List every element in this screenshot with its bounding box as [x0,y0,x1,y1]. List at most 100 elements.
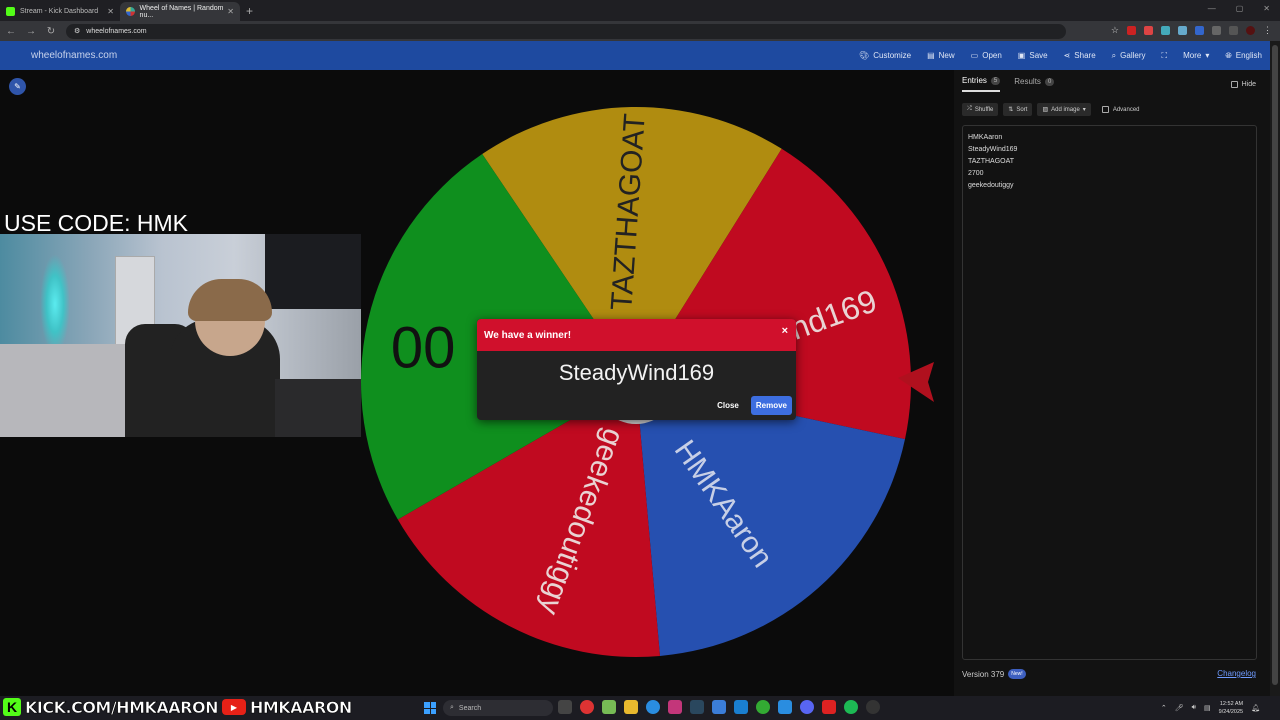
new-badge: New! [1008,669,1026,679]
windows-start-icon[interactable] [424,702,436,714]
save-button[interactable]: ▣ Save [1018,51,1048,61]
spotify-icon[interactable] [844,700,858,714]
browser-tab-wheel[interactable]: Wheel of Names | Random nu... ✕ [120,2,240,21]
folder-icon: ▭ [970,51,979,60]
chrome-icon[interactable] [756,700,770,714]
steam-icon[interactable] [690,700,704,714]
mic-icon[interactable]: 🎤︎ [1175,704,1184,712]
more-button[interactable]: More ▾ [1183,51,1209,61]
chevron-up-icon[interactable]: ⌃ [1161,704,1167,712]
share-button[interactable]: ⋖ Share [1064,51,1096,61]
forward-icon[interactable]: → [26,26,36,37]
checkbox-icon[interactable] [1230,81,1238,88]
sort-button[interactable]: ⇅ Sort [1003,103,1033,116]
tab-entries[interactable]: Entries 5 [962,76,1001,92]
site-header: wheelofnames.com 🎨︎ Customize ▤ New ▭ Open … [0,41,1270,70]
taskview-icon[interactable] [558,700,572,714]
shuffle-label: Shuffle [974,106,994,113]
checkbox-icon[interactable] [1101,106,1109,113]
clock-date: 9/24/2025 [1218,709,1244,715]
shuffle-button[interactable]: ⤮ Shuffle [962,103,999,116]
menu-label: Share [1074,51,1096,60]
browser-tab-kick[interactable]: Stream - Kick Dashboard ✕ [0,2,120,21]
streamer-hair [188,279,272,321]
results-count-badge: 0 [1044,77,1055,86]
app-icon[interactable] [822,700,836,714]
customize-button[interactable]: 🎨︎ Customize [859,51,911,61]
list-item: 2700 [968,170,984,177]
advanced-checkbox[interactable]: Advanced [1101,106,1140,113]
new-button[interactable]: ▤ New [927,51,955,61]
extension-icon[interactable] [1178,26,1187,35]
app-icon[interactable] [734,700,748,714]
wheel-logo-icon[interactable] [9,48,25,64]
gallery-button[interactable]: ⌕ Gallery [1112,51,1146,61]
entries-count-badge: 5 [990,76,1001,85]
close-button[interactable]: Close [713,397,743,414]
dialog-close-icon[interactable]: × [782,325,788,337]
social-banner: K KICK.COM/HMKAARON ▶ HMKAARON [0,697,353,717]
tab-label: Entries [962,76,987,85]
extension-icon[interactable] [1195,26,1204,35]
edge-icon[interactable] [646,700,660,714]
youtube-logo-icon: ▶ [221,699,246,715]
wall-tv [265,234,361,309]
url-input[interactable]: ⚙ wheelofnames.com [66,23,1066,39]
maximize-icon[interactable]: ▢ [1236,4,1244,13]
star-icon[interactable]: ☆ [1111,26,1119,35]
extension-icon[interactable] [1127,26,1136,35]
version-info: Version 379 New! [962,669,1026,679]
folder-icon[interactable] [624,700,638,714]
app-icon[interactable] [602,700,616,714]
extension-icon[interactable] [1161,26,1170,35]
remove-button[interactable]: Remove [750,396,792,415]
open-button[interactable]: ▭ Open [971,51,1002,61]
reload-icon[interactable]: ↻ [46,26,56,37]
close-window-icon[interactable]: ✕ [1263,4,1270,13]
extension-icon[interactable] [1144,26,1153,35]
language-button[interactable]: 🌐︎ English [1225,51,1262,61]
chrome-icon[interactable] [580,700,594,714]
sort-icon: ⇅ [1008,107,1014,113]
close-tab-icon[interactable]: ✕ [227,7,234,16]
entries-textarea[interactable]: HMKAaron SteadyWind169 TAZTHAGOAT 2700 g… [962,125,1257,660]
tab-results[interactable]: Results 0 [1014,76,1055,92]
site-info-icon[interactable]: ⚙ [74,27,80,35]
back-icon[interactable]: ← [6,26,16,37]
puzzle-icon[interactable] [1212,26,1221,35]
list-item: SteadyWind169 [968,146,1018,153]
avatar[interactable] [1246,26,1255,35]
instagram-icon[interactable] [668,700,682,714]
system-tray: ⌃ 🎤︎ 🔊︎ ▤ 12:52 AM 9/24/2025 🔔︎ [1161,700,1260,716]
app-icon[interactable] [778,700,792,714]
winner-dialog: We have a winner! × SteadyWind169 Close … [477,319,796,420]
winner-name: SteadyWind169 [558,360,715,385]
speaker-icon[interactable]: 🔊︎ [1192,704,1196,712]
close-tab-icon[interactable]: ✕ [107,7,114,16]
clock[interactable]: 12:52 AM 9/24/2025 [1219,700,1243,716]
dialog-header: We have a winner! × [477,319,796,351]
fullscreen-button[interactable]: ⛶ [1161,51,1167,61]
notifications-icon[interactable]: 🔔︎ [1251,704,1260,712]
discord-icon[interactable] [800,700,814,714]
network-icon[interactable]: ▤ [1204,704,1211,712]
address-bar-row: ← → ↻ ⚙ wheelofnames.com ☆ ⋮ [0,21,1280,41]
file-icon: ▤ [927,51,935,60]
store-icon[interactable] [712,700,726,714]
add-image-button[interactable]: ▨ Add image ▾ [1037,103,1091,116]
scrollbar-thumb[interactable] [1272,45,1278,685]
advanced-label: Advanced [1112,106,1140,113]
site-name[interactable]: wheelofnames.com [31,50,117,61]
save-icon: ▣ [1017,51,1026,60]
taskbar-search[interactable]: ⌕ Search [443,700,553,716]
hide-checkbox[interactable]: Hide [1230,81,1256,88]
changelog-link[interactable]: Changelog [1217,669,1256,678]
new-tab-button[interactable]: + [246,4,253,21]
page-scrollbar[interactable] [1270,41,1280,696]
kebab-menu-icon[interactable]: ⋮ [1263,26,1272,35]
edit-pencil-button[interactable]: ✎ [9,78,26,95]
obs-icon[interactable] [866,700,880,714]
taskbar-apps [558,700,880,714]
sidepanel-icon[interactable] [1229,26,1238,35]
minimize-icon[interactable]: — [1208,4,1216,13]
